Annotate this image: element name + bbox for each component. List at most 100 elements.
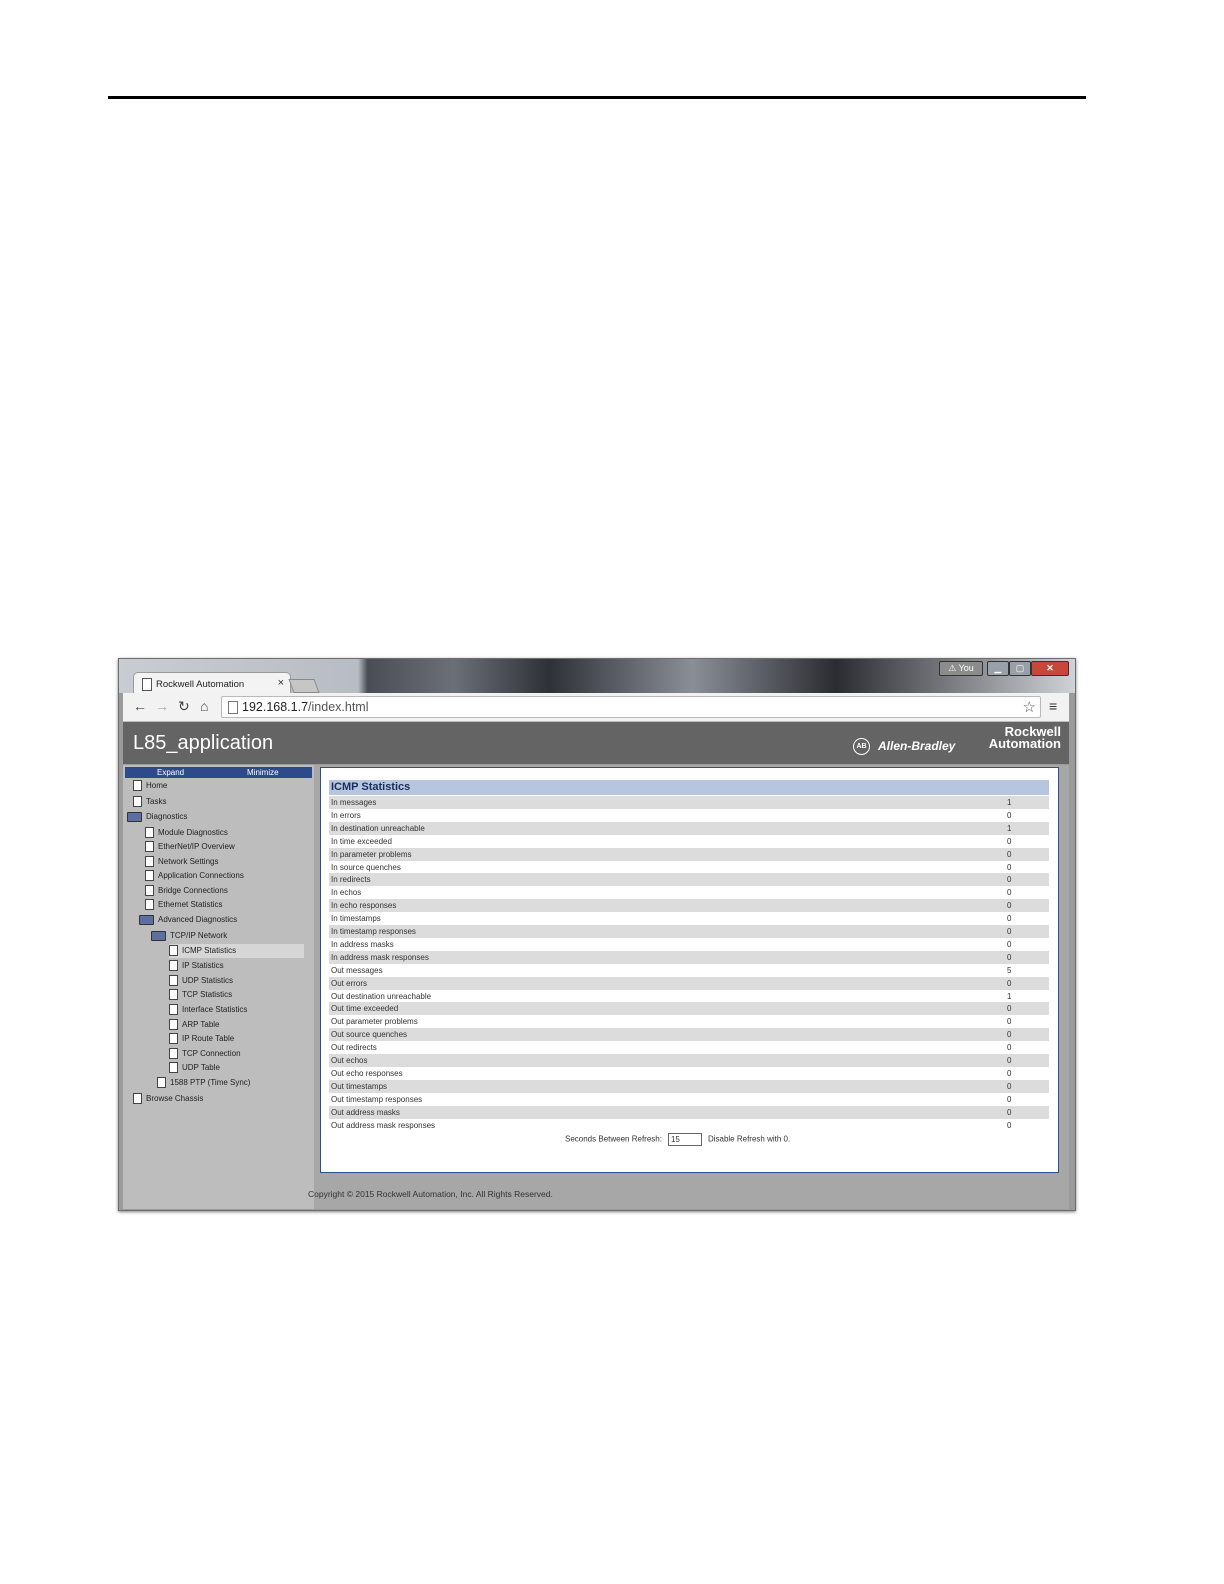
sidebar-item-bridge-connections[interactable]: Bridge Connections	[145, 884, 228, 898]
sidebar-item-label: Interface Statistics	[182, 1005, 248, 1014]
reload-icon[interactable]: ↻	[178, 698, 190, 715]
profile-button[interactable]: ⚠ You	[939, 661, 983, 676]
sidebar-item-network-settings[interactable]: Network Settings	[145, 855, 218, 869]
stat-label: Out source quenches	[331, 1030, 408, 1040]
sidebar-item-label: Browse Chassis	[146, 1094, 204, 1103]
sidebar-item-label: Module Diagnostics	[158, 828, 228, 837]
browser-tab[interactable]: Rockwell Automation ×	[133, 672, 291, 695]
sidebar-item-interface-statistics[interactable]: Interface Statistics	[169, 1003, 247, 1017]
tab-close-icon[interactable]: ×	[278, 677, 284, 689]
back-arrow-icon[interactable]: ←	[133, 698, 147, 714]
sidebar-item-udp-table[interactable]: UDP Table	[169, 1061, 220, 1075]
folder-icon	[139, 914, 154, 925]
sidebar-item-label: ICMP Statistics	[182, 946, 237, 955]
stat-label: Out timestamp responses	[331, 1094, 423, 1104]
table-row: In address mask responses 0	[329, 950, 1049, 964]
refresh-hint: Disable Refresh with 0.	[707, 1134, 791, 1144]
stat-label: Out address mask responses	[331, 1120, 436, 1130]
sidebar-item-diagnostics[interactable]: Diagnostics	[127, 810, 187, 824]
browser-menu-icon[interactable]: ≡	[1049, 698, 1057, 714]
sidebar-item-tcp-ip-network[interactable]: TCP/IP Network	[151, 929, 227, 943]
stat-label: Out echo responses	[331, 1068, 403, 1078]
minimize-window-button[interactable]: ▁	[987, 661, 1009, 676]
window-titlebar: Rockwell Automation × ⚠ You ▁ ▢ ✕	[119, 659, 1075, 695]
copyright-footer: Copyright © 2015 Rockwell Automation, In…	[308, 1189, 553, 1199]
stat-label: In time exceeded	[331, 836, 392, 846]
table-row: In timestamp responses 0	[329, 925, 1049, 938]
sidebar-item-advanced-diagnostics[interactable]: Advanced Diagnostics	[139, 913, 237, 927]
sidebar-item-tcp-statistics[interactable]: TCP Statistics	[169, 988, 232, 1002]
sidebar-item-ip-route-table[interactable]: IP Route Table	[169, 1032, 234, 1046]
sidebar-item-label: TCP Connection	[182, 1049, 241, 1058]
stat-label: In timestamps	[331, 914, 381, 924]
stat-label: In destination unreachable	[331, 823, 425, 833]
maximize-window-button[interactable]: ▢	[1009, 661, 1031, 676]
minimize-button[interactable]: Minimize	[247, 768, 279, 777]
document-icon	[133, 796, 142, 808]
table-row: Out echos 0	[329, 1054, 1049, 1067]
table-row: In destination unreachable 1	[329, 821, 1049, 835]
table-row: In parameter problems 0	[329, 847, 1049, 861]
sidebar-item-ethernet-ip-overview[interactable]: EtherNet/IP Overview	[145, 840, 235, 854]
stat-label: In address mask responses	[331, 952, 429, 962]
address-bar[interactable]: 192.168.1.7/index.html ☆	[221, 696, 1041, 718]
stat-label: In address masks	[331, 939, 394, 949]
sidebar-item-label: IP Route Table	[182, 1034, 235, 1043]
stat-label: In redirects	[331, 875, 371, 885]
url-host: 192.168.1.7	[242, 700, 309, 714]
stat-value: 1	[1007, 823, 1012, 833]
stat-label: Out time exceeded	[331, 1004, 399, 1014]
sidebar-item-tcp-connection[interactable]: TCP Connection	[169, 1047, 241, 1061]
forward-arrow-icon[interactable]: →	[155, 698, 169, 714]
document-icon	[145, 827, 154, 839]
stat-value: 0	[1007, 914, 1012, 924]
stat-label: In timestamp responses	[331, 927, 416, 936]
table-row: In redirects 0	[329, 873, 1049, 887]
folder-icon	[127, 811, 142, 822]
document-icon	[157, 1077, 166, 1089]
stat-value: 0	[1007, 836, 1012, 846]
table-row: In echo responses 0	[329, 899, 1049, 913]
expand-button[interactable]: Expand	[157, 768, 184, 777]
browser-toolbar: ← → ↻ ⌂ 192.168.1.7/index.html ☆ ≡	[123, 693, 1069, 722]
refresh-interval-input[interactable]: 15	[667, 1133, 702, 1146]
stat-value: 0	[1007, 1017, 1012, 1027]
sidebar-item-label: Bridge Connections	[158, 886, 228, 895]
app-header: L85_application AB Allen-Bradley Rockwel…	[123, 722, 1069, 764]
sidebar-item-application-connections[interactable]: Application Connections	[145, 869, 244, 883]
table-row: Out messages 5	[329, 964, 1049, 977]
new-tab-button[interactable]	[288, 679, 320, 693]
sidebar-item-browse-chassis[interactable]: Browse Chassis	[133, 1092, 203, 1106]
sidebar-item-module-diagnostics[interactable]: Module Diagnostics	[145, 826, 228, 840]
close-window-button[interactable]: ✕	[1031, 661, 1069, 676]
statistics-panel: ICMP Statistics In messages 1 In errors 0 In…	[320, 767, 1059, 1173]
address-url: 192.168.1.7/index.html	[242, 700, 369, 714]
sidebar-item-1588-ptp-time-sync[interactable]: 1588 PTP (Time Sync)	[157, 1076, 250, 1090]
panel-title: ICMP Statistics	[329, 780, 1049, 795]
sidebar-controls: Expand Minimize	[125, 767, 312, 778]
main-area: ICMP Statistics In messages 1 In errors 0 In…	[308, 765, 1069, 1209]
sidebar-item-home[interactable]: Home	[133, 779, 167, 793]
stat-label: Out destination unreachable	[331, 991, 432, 1001]
sidebar-item-udp-statistics[interactable]: UDP Statistics	[169, 974, 233, 988]
stat-label: In echos	[331, 888, 362, 898]
sidebar-item-icmp-statistics[interactable]: ICMP Statistics	[169, 944, 304, 958]
stat-value: 0	[1007, 1107, 1012, 1117]
stat-label: In messages	[331, 798, 377, 807]
sidebar-item-arp-table[interactable]: ARP Table	[169, 1018, 220, 1032]
document-icon	[145, 841, 154, 853]
home-icon[interactable]: ⌂	[200, 698, 208, 714]
document-icon	[169, 989, 178, 1001]
table-row: Out timestamps 0	[329, 1079, 1049, 1093]
bookmark-star-icon[interactable]: ☆	[1023, 698, 1036, 716]
stat-value: 0	[1007, 888, 1012, 898]
sidebar-item-tasks[interactable]: Tasks	[133, 795, 166, 809]
stat-label: Out echos	[331, 1056, 368, 1065]
sidebar-item-label: Diagnostics	[146, 812, 188, 821]
sidebar-item-ip-statistics[interactable]: IP Statistics	[169, 959, 224, 973]
stat-label: Out redirects	[331, 1043, 377, 1053]
table-row: Out echo responses 0	[329, 1067, 1049, 1080]
table-row: Out parameter problems 0	[329, 1015, 1049, 1028]
sidebar-item-ethernet-statistics[interactable]: Ethernet Statistics	[145, 898, 222, 912]
folder-icon	[151, 930, 166, 941]
